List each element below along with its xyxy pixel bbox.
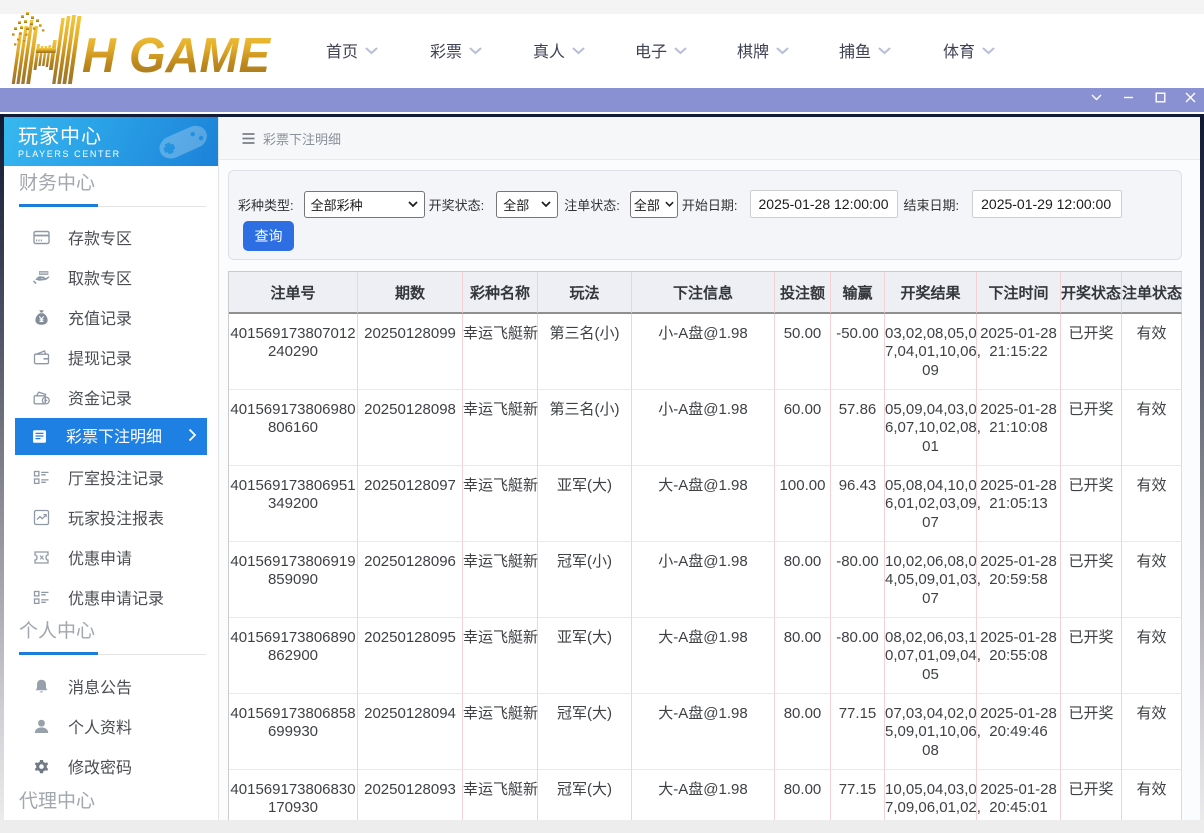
- svg-text:H GAME: H GAME: [82, 29, 271, 83]
